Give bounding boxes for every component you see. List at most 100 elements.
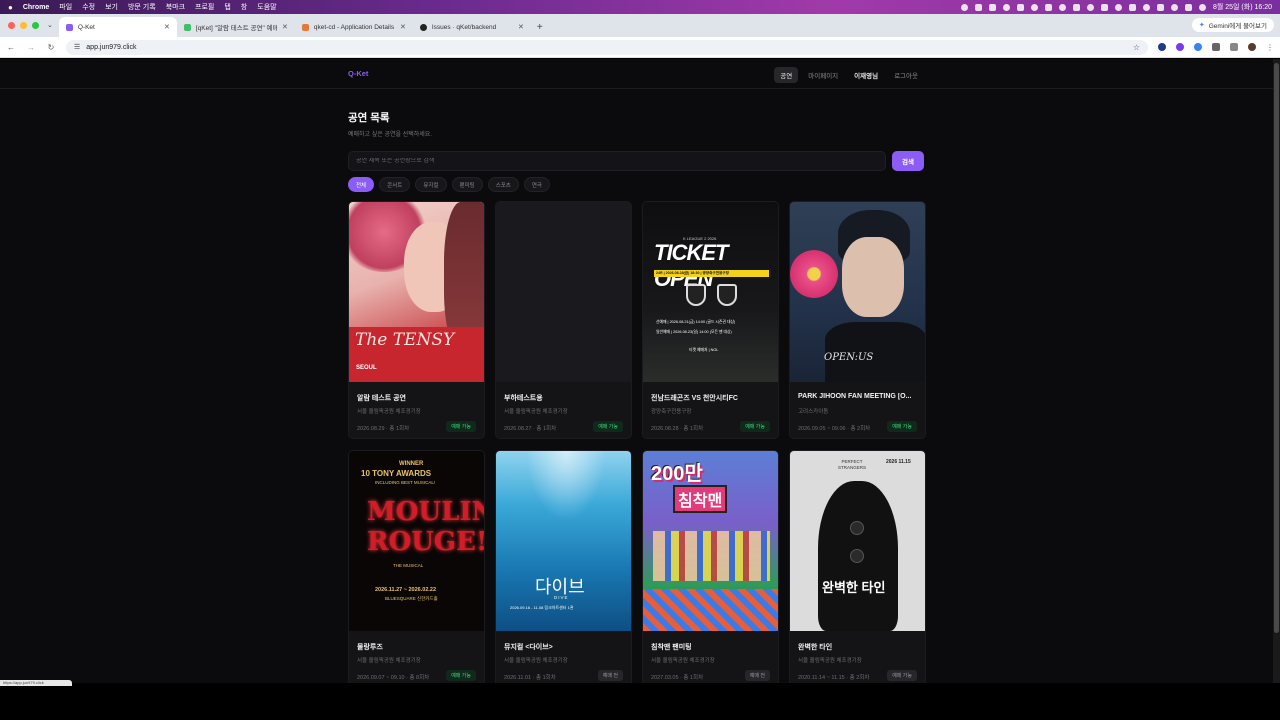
apple-icon[interactable]: ● (8, 3, 13, 12)
category-chip-fanmeeting[interactable]: 팬미팅 (451, 177, 483, 192)
page-title: 공연 목록 (348, 112, 390, 124)
nav-mypage[interactable]: 마이페이지 (802, 67, 844, 83)
close-tab-icon[interactable]: ✕ (518, 23, 524, 31)
control-center-icon[interactable] (1198, 3, 1206, 11)
site-logo[interactable]: Q-Ket (348, 69, 368, 78)
clock[interactable]: 8월 25일 (화) 16:20 (1213, 2, 1272, 12)
category-chip-musical[interactable]: 뮤지컬 (415, 177, 447, 192)
close-tab-icon[interactable]: ✕ (282, 23, 288, 31)
card-title: 부하테스트용 (504, 395, 543, 402)
tray-app-icon[interactable] (1072, 3, 1080, 11)
tray-app-icon[interactable] (1086, 3, 1094, 11)
gemini-button[interactable]: ✦ Gemini에게 물어보기 (1191, 18, 1274, 32)
category-chip-sports[interactable]: 스포츠 (487, 177, 519, 192)
menu-item-chrome[interactable]: Chrome (23, 4, 49, 11)
menu-item-help[interactable]: 도움말 (257, 2, 276, 12)
close-tab-icon[interactable]: ✕ (164, 23, 170, 31)
scrollbar-thumb[interactable] (1274, 63, 1279, 633)
minimize-window-button[interactable] (20, 22, 27, 29)
more-menu-icon[interactable]: ⋮ (1266, 43, 1274, 52)
downloads-icon[interactable] (1230, 43, 1238, 51)
tab-search-chevron-icon[interactable]: ⌄ (47, 21, 53, 29)
tray-app-icon[interactable] (1058, 3, 1066, 11)
menu-item-tab[interactable]: 탭 (224, 2, 230, 12)
extension-icon[interactable] (1158, 43, 1166, 51)
site-info-icon[interactable]: ☰ (74, 43, 80, 51)
menu-item-view[interactable]: 보기 (105, 2, 118, 12)
back-arrow-icon[interactable]: ← (6, 43, 16, 52)
tab-argocd[interactable]: qket-cd - Application Details ✕ (295, 17, 413, 37)
tray-app-icon[interactable] (1142, 3, 1150, 11)
new-tab-plus-icon[interactable]: + (537, 22, 543, 33)
search-input[interactable] (356, 158, 878, 164)
extension-icon[interactable] (1194, 43, 1202, 51)
poster-presale-text: 선예매 | 2026.08.21(금) 14:00 (골드 시즌권 대상) (656, 320, 736, 324)
menu-item-bookmarks[interactable]: 북마크 (166, 2, 185, 12)
forward-arrow-icon[interactable]: → (26, 43, 36, 52)
poster-subtitle-text: THE MUSICAL (393, 563, 424, 568)
tray-app-icon[interactable] (974, 3, 982, 11)
status-badge: 예매 전 (597, 670, 623, 681)
search-icon[interactable] (1184, 3, 1192, 11)
extensions-puzzle-icon[interactable] (1212, 43, 1220, 51)
close-window-button[interactable] (8, 22, 15, 29)
performance-card[interactable]: PERFECT STRANGERS 2026 11.15 완벽한 타인 완벽한 … (789, 450, 926, 683)
tab-github-issues[interactable]: Issues · qKet/backend ✕ (413, 17, 531, 37)
poster-image: PERFECT STRANGERS 2026 11.15 완벽한 타인 (790, 451, 925, 631)
menu-bar-tray: 8월 25일 (화) 16:20 (960, 2, 1272, 12)
tray-app-icon[interactable] (1114, 3, 1122, 11)
tray-app-icon[interactable] (1016, 3, 1024, 11)
performance-card[interactable]: 부하테스트용 서울 올림픽공원 체조경기장 2026.08.27 · 총 1회차… (495, 201, 632, 439)
tab-gmail[interactable]: [qKet] "알람 테스트 공연" 예매 ✕ (177, 17, 295, 37)
extension-icon[interactable] (1176, 43, 1184, 51)
tray-app-icon[interactable] (988, 3, 996, 11)
maximize-window-button[interactable] (32, 22, 39, 29)
flower-icon (790, 250, 838, 298)
poster-city-text: SEOUL (356, 365, 377, 371)
performance-card[interactable]: OPEN:US PARK JIHOON FAN MEETING [O... 고려… (789, 201, 926, 439)
tray-app-icon[interactable] (1044, 3, 1052, 11)
card-title: 침착맨 팬미팅 (651, 644, 692, 651)
github-favicon-icon (419, 23, 427, 31)
tray-record-icon[interactable] (960, 3, 968, 11)
card-venue: 서울 올림픽공원 체조경기장 (357, 409, 421, 415)
poster-dates-text: 2026.11.27 ~ 2026.02.22 (375, 587, 437, 593)
performance-card[interactable]: WINNER 10 TONY AWARDS INCLUDING BEST MUS… (348, 450, 485, 683)
url-text[interactable]: app.jun979.click (86, 44, 136, 51)
reload-icon[interactable]: ↻ (46, 43, 56, 52)
poster-image: 200만 침착맨 (643, 451, 778, 631)
menu-item-edit[interactable]: 수정 (82, 2, 95, 12)
tray-app-icon[interactable] (1002, 3, 1010, 11)
card-title: PARK JIHOON FAN MEETING [O... (798, 393, 912, 400)
profile-avatar-icon[interactable] (1248, 43, 1256, 51)
battery-icon[interactable] (1156, 3, 1164, 11)
tab-qket[interactable]: Q-Ket ✕ (58, 17, 177, 37)
performance-card[interactable]: K LEAGUE 2 2026 TICKET OPEN 24R | 2026.0… (642, 201, 779, 439)
card-venue: 서울 올림픽공원 체조경기장 (798, 658, 862, 664)
tray-app-icon[interactable] (1128, 3, 1136, 11)
performance-card[interactable]: 다이브 DIVE 2026.09.16 - 11.08 링크아트센터 1관 뮤지… (495, 450, 632, 683)
page-scrollbar[interactable] (1273, 59, 1280, 683)
category-chip-theater[interactable]: 연극 (523, 177, 550, 192)
link-status-bubble: https://app.jun979.click (0, 680, 72, 686)
tray-app-icon[interactable] (1030, 3, 1038, 11)
poster-title-text: 완벽한 타인 (822, 580, 886, 595)
address-bar[interactable]: ☰ app.jun979.click ☆ (66, 39, 1148, 55)
bookmark-star-icon[interactable]: ☆ (1133, 43, 1140, 52)
menu-item-history[interactable]: 방문 기록 (128, 2, 156, 12)
menu-item-file[interactable]: 파일 (59, 2, 72, 12)
nav-logout[interactable]: 로그아웃 (888, 67, 924, 83)
menu-item-window[interactable]: 창 (241, 2, 247, 12)
performance-card[interactable]: 200만 침착맨 침착맨 팬미팅 서울 올림픽공원 체조경기장 2027.03.… (642, 450, 779, 683)
category-chip-all[interactable]: 전체 (348, 177, 375, 192)
search-button[interactable]: 검색 (892, 151, 924, 171)
performance-card[interactable]: The TENSY SEOUL 알람 테스트 공연 서울 올림픽공원 체조경기장… (348, 201, 485, 439)
nav-performances[interactable]: 공연 (774, 67, 799, 83)
wifi-icon[interactable] (1170, 3, 1178, 11)
status-badge: 예매 가능 (446, 670, 476, 681)
menu-item-profiles[interactable]: 프로필 (195, 2, 214, 12)
category-chip-concert[interactable]: 콘서트 (379, 177, 411, 192)
card-date: 2026.09.05 ~ 09.06 · 총 2회차 (798, 426, 871, 432)
tray-app-icon[interactable] (1100, 3, 1108, 11)
close-tab-icon[interactable]: ✕ (400, 23, 406, 31)
